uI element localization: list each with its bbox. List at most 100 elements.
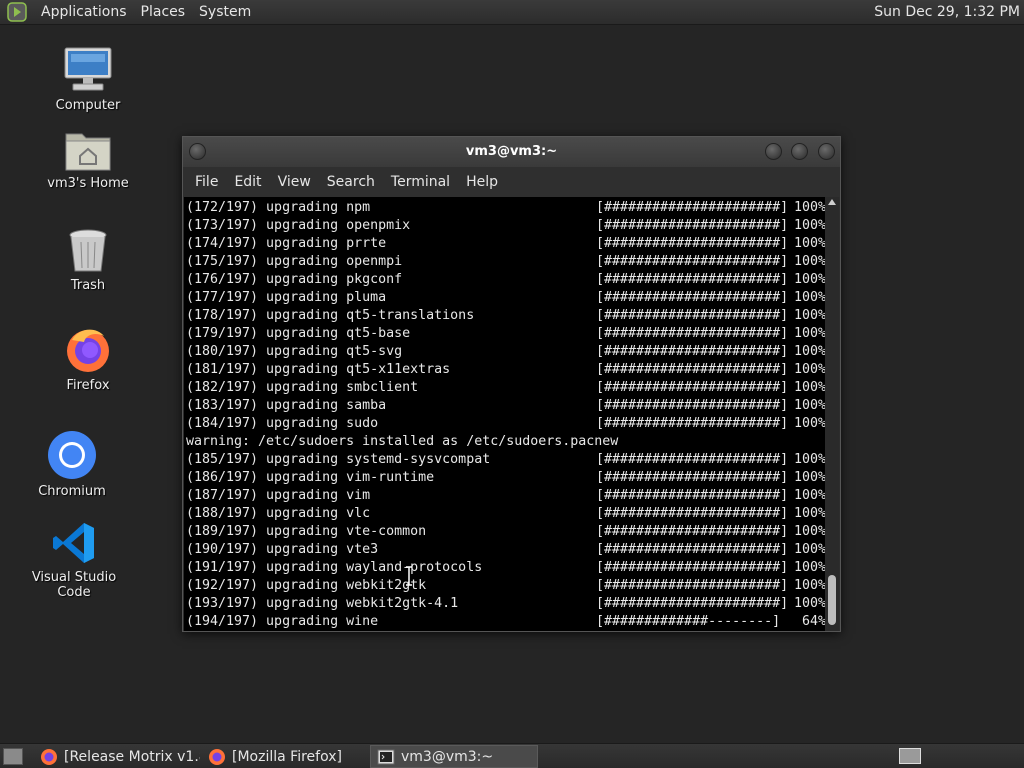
terminal-line: (191/197) upgrading wayland-protocols [##… — [186, 559, 826, 577]
terminal-line-text: (187/197) upgrading vim — [186, 488, 371, 503]
menu-help[interactable]: Help — [458, 174, 506, 190]
menu-file[interactable]: File — [187, 174, 226, 190]
terminal-line-text: (176/197) upgrading pkgconf — [186, 272, 403, 287]
firefox-icon — [67, 329, 109, 372]
terminal-line-text: (193/197) upgrading webkit2gtk-4.1 — [186, 596, 459, 611]
terminal-line-text: (185/197) upgrading systemd-sysvcompat — [186, 452, 491, 467]
desktop-icon-label: Computer — [55, 98, 121, 113]
progress-percent: 100% — [793, 362, 826, 377]
progress-percent: 100% — [793, 578, 826, 593]
terminal-line-text: (172/197) upgrading npm — [186, 200, 371, 215]
terminal-line: (189/197) upgrading vte-common [#########… — [186, 523, 826, 541]
window-titlebar[interactable]: vm3@vm3:~ — [183, 137, 840, 167]
progress-bar-text: [######################] — [596, 254, 789, 269]
terminal-line-text: (189/197) upgrading vte-common — [186, 524, 427, 539]
scrollbar-thumb[interactable] — [828, 575, 836, 625]
taskbar-item-terminal[interactable]: vm3@vm3:~ — [370, 745, 538, 768]
terminal-line: warning: /etc/sudoers installed as /etc/… — [186, 433, 826, 451]
close-button[interactable] — [818, 143, 835, 160]
progress-percent: 100% — [793, 506, 826, 521]
workspace-switcher[interactable] — [899, 748, 921, 764]
terminal-line-text: (188/197) upgrading vlc — [186, 506, 371, 521]
terminal-output[interactable]: (172/197) upgrading npm [################… — [184, 197, 827, 631]
terminal-line: (172/197) upgrading npm [################… — [186, 199, 826, 217]
progress-bar-text: [######################] — [596, 362, 789, 377]
clock[interactable]: Sun Dec 29, 1:32 PM — [874, 4, 1020, 20]
terminal-line: (175/197) upgrading openmpi [############… — [186, 253, 826, 271]
terminal-line-text: warning: /etc/sudoers installed as /etc/… — [186, 434, 619, 449]
menu-view[interactable]: View — [270, 174, 319, 190]
terminal-line-text: (183/197) upgrading samba — [186, 398, 387, 413]
terminal-line-text: (194/197) upgrading wine — [186, 614, 379, 629]
terminal-line: (174/197) upgrading prrte [##############… — [186, 235, 826, 253]
progress-percent: 100% — [793, 218, 826, 233]
terminal-line-text: (186/197) upgrading vim-runtime — [186, 470, 435, 485]
taskbar-item-label: vm3@vm3:~ — [401, 748, 494, 765]
taskbar-item-label: [Release Motrix v1.8.... — [64, 748, 200, 765]
progress-bar-text: [######################] — [596, 236, 789, 251]
menu-search[interactable]: Search — [319, 174, 383, 190]
progress-bar-text: [######################] — [596, 380, 789, 395]
progress-bar-text: [######################] — [596, 524, 789, 539]
desktop-icon-home[interactable]: vm3's Home — [33, 128, 143, 191]
taskbar-item-firefox[interactable]: [Mozilla Firefox] — [202, 745, 368, 768]
applications-menu[interactable]: Applications — [34, 4, 134, 20]
minimize-button[interactable] — [765, 143, 782, 160]
progress-percent: 100% — [793, 542, 826, 557]
progress-percent: 100% — [793, 524, 826, 539]
progress-percent: 100% — [793, 488, 826, 503]
progress-percent: 100% — [793, 416, 826, 431]
terminal-line-text: (184/197) upgrading sudo — [186, 416, 379, 431]
terminal-line-text: (181/197) upgrading qt5-x11extras — [186, 362, 451, 377]
window-menu-button[interactable] — [189, 143, 206, 160]
terminal-line-text: (173/197) upgrading openpmix — [186, 218, 411, 233]
desktop-icon-trash[interactable]: Trash — [33, 228, 143, 293]
terminal-line: (193/197) upgrading webkit2gtk-4.1 [#####… — [186, 595, 826, 613]
vscode-icon — [53, 523, 94, 563]
menu-edit[interactable]: Edit — [226, 174, 269, 190]
menu-terminal[interactable]: Terminal — [383, 174, 458, 190]
bottom-panel: [Release Motrix v1.8.... [Mozilla Firefo… — [0, 743, 1024, 768]
maximize-button[interactable] — [791, 143, 808, 160]
progress-bar-text: [######################] — [596, 416, 789, 431]
progress-percent: 100% — [793, 200, 826, 215]
desktop-icon-chromium[interactable]: Chromium — [17, 430, 127, 499]
mate-logo-icon[interactable] — [6, 1, 28, 23]
terminal-line: (184/197) upgrading sudo [###############… — [186, 415, 826, 433]
scroll-up-arrow-icon[interactable] — [828, 199, 836, 205]
desktop-icon-label: Chromium — [38, 484, 106, 499]
terminal-line-text: (192/197) upgrading webkit2gtk — [186, 578, 427, 593]
progress-percent: 100% — [793, 380, 826, 395]
terminal-line: (179/197) upgrading qt5-base [###########… — [186, 325, 826, 343]
places-menu[interactable]: Places — [134, 4, 193, 20]
taskbar-item-motrix[interactable]: [Release Motrix v1.8.... — [34, 745, 200, 768]
progress-percent: 100% — [793, 236, 826, 251]
progress-bar-text: [######################] — [596, 218, 789, 233]
terminal-window[interactable]: vm3@vm3:~ File Edit View Search Terminal… — [182, 136, 841, 632]
progress-bar-text: [######################] — [596, 506, 789, 521]
desktop-icon-vscode[interactable]: Visual Studio Code — [19, 520, 129, 600]
terminal-line-text: (179/197) upgrading qt5-base — [186, 326, 411, 341]
terminal-line-text: (178/197) upgrading qt5-translations — [186, 308, 475, 323]
show-desktop-button[interactable] — [3, 748, 23, 765]
terminal-line: (188/197) upgrading vlc [################… — [186, 505, 826, 523]
firefox-icon — [209, 748, 225, 765]
system-menu[interactable]: System — [192, 4, 258, 20]
progress-bar-text: [######################] — [596, 326, 789, 341]
progress-bar-text: [######################] — [596, 344, 789, 359]
progress-percent: 100% — [793, 326, 826, 341]
desktop-icon-computer[interactable]: Computer — [33, 44, 143, 113]
terminal-line-text: (180/197) upgrading qt5-svg — [186, 344, 403, 359]
firefox-icon — [41, 748, 57, 765]
progress-percent: 100% — [793, 254, 826, 269]
terminal-line: (178/197) upgrading qt5-translations [###… — [186, 307, 826, 325]
progress-bar-text: [######################] — [596, 488, 789, 503]
terminal-scrollbar[interactable] — [825, 197, 839, 631]
progress-percent: 100% — [793, 452, 826, 467]
progress-bar-text: [######################] — [596, 578, 789, 593]
progress-percent: 100% — [793, 290, 826, 305]
desktop-icon-firefox[interactable]: Firefox — [33, 326, 143, 393]
progress-bar-text: [######################] — [596, 308, 789, 323]
terminal-line: (182/197) upgrading smbclient [##########… — [186, 379, 826, 397]
terminal-line: (181/197) upgrading qt5-x11extras [######… — [186, 361, 826, 379]
